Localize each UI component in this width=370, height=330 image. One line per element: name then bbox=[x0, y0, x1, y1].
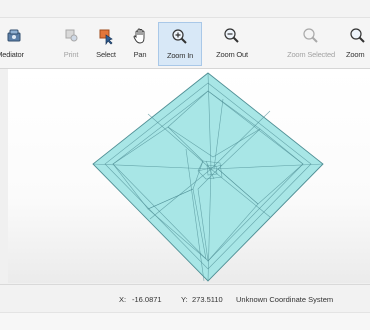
y-coordinate-value: 273.5110 bbox=[192, 295, 223, 304]
toolbar: Mediator Print Select Pan Zoom In bbox=[0, 18, 370, 69]
title-strip bbox=[0, 0, 370, 18]
tool-label: Zoom Selected bbox=[287, 50, 335, 59]
x-coordinate-label: X: bbox=[119, 295, 127, 304]
status-bar: X: -16.0871 Y: 273.5110 Unknown Coordina… bbox=[0, 284, 370, 313]
tool-label: Print bbox=[63, 50, 79, 59]
select-pointer-icon bbox=[99, 29, 113, 45]
bottom-strip bbox=[0, 312, 370, 330]
zoom-icon bbox=[350, 28, 365, 43]
zoom-in-icon bbox=[172, 29, 187, 44]
tool-label: Zoom Out bbox=[216, 50, 248, 59]
x-coordinate-value: -16.0871 bbox=[132, 295, 162, 304]
tool-zoom-selected-button[interactable]: Zoom Selected bbox=[280, 22, 342, 66]
tool-label: Mediator bbox=[0, 50, 24, 59]
zoom-selected-icon bbox=[303, 28, 318, 43]
zoom-out-icon bbox=[224, 28, 239, 43]
coordinate-system-label: Unknown Coordinate System bbox=[236, 295, 334, 304]
tool-zoom-button[interactable]: Zoom bbox=[346, 22, 370, 66]
tool-mediator-button[interactable]: Mediator bbox=[0, 22, 28, 66]
y-coordinate-label: Y: bbox=[181, 295, 188, 304]
diamond-polygon-layer bbox=[92, 72, 324, 282]
print-icon bbox=[65, 29, 78, 42]
tool-zoom-out-button[interactable]: Zoom Out bbox=[208, 22, 256, 66]
tool-label: Zoom In bbox=[166, 51, 194, 60]
tool-label: Select bbox=[96, 50, 116, 59]
layers-icon bbox=[7, 29, 21, 42]
tool-label: Pan bbox=[133, 50, 147, 59]
hand-pan-icon bbox=[133, 28, 145, 44]
tool-select-button[interactable]: Select bbox=[92, 22, 120, 66]
tool-print-button[interactable]: Print bbox=[60, 22, 82, 66]
map-view[interactable] bbox=[8, 69, 370, 283]
map-canvas[interactable] bbox=[8, 69, 370, 283]
tool-zoom-in-button[interactable]: Zoom In bbox=[158, 22, 202, 66]
tool-label: Zoom bbox=[346, 50, 365, 59]
tool-pan-button[interactable]: Pan bbox=[128, 22, 152, 66]
